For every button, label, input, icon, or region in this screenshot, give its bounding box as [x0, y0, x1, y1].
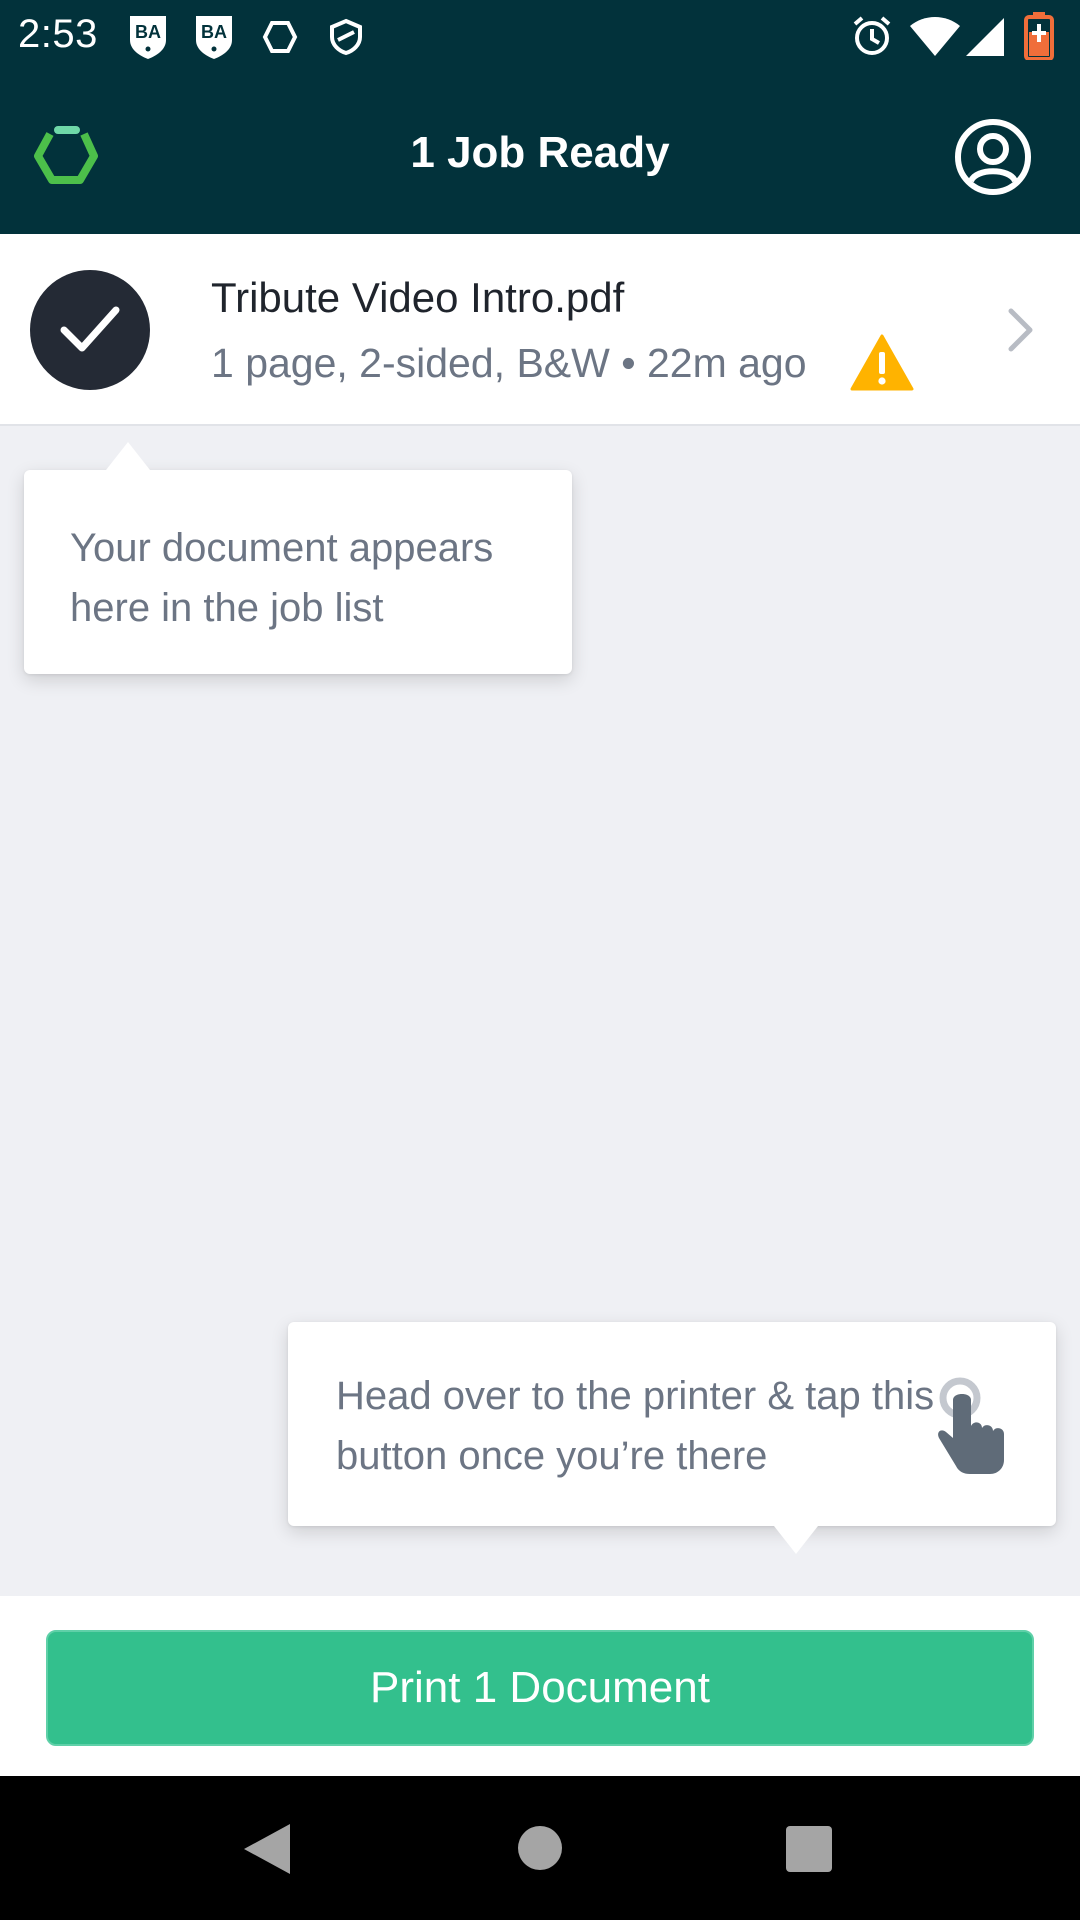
- wifi-icon: [910, 16, 960, 61]
- ba-shield-icon: BA: [194, 14, 234, 65]
- vpn-icon: [328, 18, 364, 61]
- status-time: 2:53: [18, 12, 98, 56]
- tap-finger-icon: [936, 1376, 1008, 1493]
- page-title: 1 Job Ready: [410, 128, 670, 177]
- system-nav-bar: [0, 1776, 1080, 1920]
- tooltip-text: Your document appears here in the job li…: [70, 526, 494, 630]
- status-bar: 2:53 BA BA: [0, 0, 1080, 72]
- chevron-right-icon: [1006, 306, 1036, 359]
- job-list-tooltip[interactable]: Your document appears here in the job li…: [24, 442, 572, 674]
- bottom-action-bar: Print 1 Document: [0, 1596, 1080, 1776]
- recents-icon[interactable]: [786, 1826, 832, 1872]
- hexagon-icon: [262, 20, 298, 59]
- app-bar: 1 Job Ready: [0, 72, 1080, 234]
- signal-icon: [966, 18, 1004, 61]
- check-icon: [60, 306, 120, 352]
- print-button[interactable]: Print 1 Document: [46, 1630, 1034, 1746]
- back-icon[interactable]: [244, 1824, 290, 1879]
- battery-charging-icon: [1024, 12, 1054, 65]
- warning-icon[interactable]: [850, 334, 914, 397]
- account-circle-icon[interactable]: [954, 118, 1032, 196]
- ba-shield-icon: BA: [128, 14, 168, 65]
- job-file-name: Tribute Video Intro.pdf: [211, 274, 625, 321]
- svg-text:BA: BA: [201, 22, 227, 42]
- printer-tooltip[interactable]: Head over to the printer & tap this butt…: [288, 1322, 1056, 1554]
- alarm-icon: [850, 14, 894, 63]
- job-details: 1 page, 2-sided, B&W • 22m ago: [211, 340, 807, 386]
- tooltip-text: Head over to the printer & tap this butt…: [336, 1374, 935, 1478]
- job-status-badge: [30, 270, 150, 390]
- svg-text:BA: BA: [135, 22, 161, 42]
- home-icon[interactable]: [518, 1826, 562, 1870]
- tooltip-arrow: [774, 1526, 818, 1554]
- tooltip-arrow: [106, 442, 150, 470]
- job-list-item[interactable]: Tribute Video Intro.pdf 1 page, 2-sided,…: [0, 234, 1080, 426]
